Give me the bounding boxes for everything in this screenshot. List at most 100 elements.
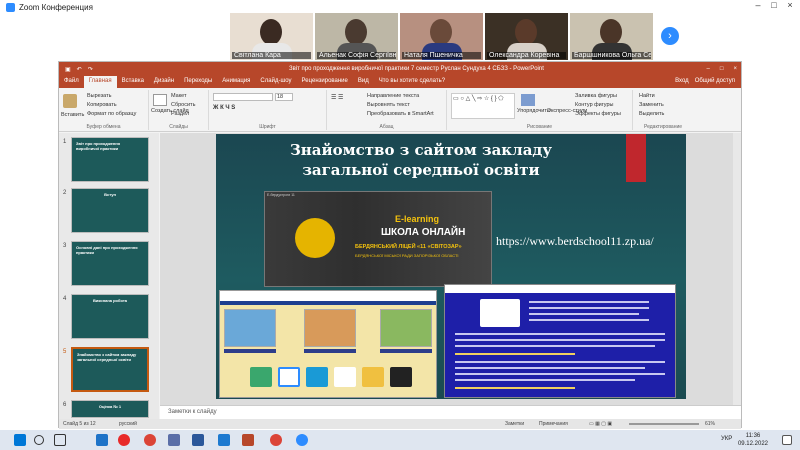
group-label: Слайды [169,124,188,130]
participant-tile[interactable]: Світлана Кара [230,13,313,60]
tab-transitions[interactable]: Переходы [179,76,217,88]
system-clock[interactable]: 11:36 09.12.2022 [738,432,768,448]
notification-icon[interactable] [782,435,792,445]
powerpoint-icon[interactable] [242,434,254,446]
thumbnail-number: 3 [63,243,67,249]
decorative-bar [626,134,646,182]
chrome-icon[interactable] [144,434,156,446]
chevron-right-icon[interactable]: › [661,27,679,45]
powerpoint-title-bar: ▣ ↶ ↷ Звіт про проходження виробничої пр… [59,62,741,76]
format-painter-button[interactable]: Формат по образцу [87,111,136,117]
maximize-icon[interactable]: □ [766,0,782,10]
tab-review[interactable]: Рецензирование [297,76,353,88]
zoom-level[interactable]: 61% [705,421,715,427]
participant-tile[interactable]: Олександра Коревіна [485,13,568,60]
store-icon[interactable] [168,434,180,446]
slide-thumbnail[interactable]: Звіт про проходження виробничої практики [71,137,149,182]
smartart-button[interactable]: Преобразовать в SmartArt [367,111,434,117]
tab-slideshow[interactable]: Слайд-шоу [255,76,296,88]
reset-button[interactable]: Сбросить [171,102,195,108]
notes-pane[interactable]: Заметки к слайду [160,405,741,419]
tab-animations[interactable]: Анимация [217,76,255,88]
layout-button[interactable]: Макет [171,93,187,99]
windows-start-icon[interactable] [14,434,26,446]
tab-insert[interactable]: Вставка [117,76,149,88]
notes-toggle[interactable]: Заметки [505,421,524,427]
minimize-icon[interactable]: – [707,66,710,72]
text-direction-button[interactable]: Направление текста [367,93,419,99]
participant-name: Олександра Коревіна [487,52,566,59]
save-icon[interactable]: ▣ [65,66,71,73]
slide-thumbnail[interactable]: Оцінка № 1 [71,400,149,418]
edge-icon[interactable] [96,434,108,446]
close-icon[interactable]: × [782,0,798,10]
slide-thumbnail[interactable]: Виконана робота [71,294,149,339]
zoom-title-bar: Zoom Конференция [6,1,93,13]
bullets-icon[interactable]: ☰ ☰ [331,94,343,101]
ribbon-tabs: Файл Главная Вставка Дизайн Переходы Ани… [59,76,741,88]
shape-effects-button[interactable]: Эффекты фигуры [575,111,621,117]
share-button[interactable]: Общий доступ [695,78,735,88]
zoom-slider[interactable] [629,423,699,425]
slide-url-text[interactable]: https://www.berdschool11.zp.ua/ [496,234,654,249]
paste-button[interactable]: Вставить [61,112,84,118]
tab-view[interactable]: Вид [353,76,374,88]
font-name-field[interactable] [213,93,273,101]
shape-outline-button[interactable]: Контур фигуры [575,102,613,108]
arrange-icon[interactable] [521,94,535,106]
opera-icon[interactable] [118,434,130,446]
zoom-icon[interactable] [296,434,308,446]
thumbnail-title: Звіт про проходження виробничої практики [76,141,120,151]
shapes-gallery-icon[interactable]: ▭ ○ △ ╲ ⇨ ☆ { } ⬠ [451,93,515,119]
keyboard-language[interactable]: УКР [721,436,732,442]
font-group: 18 Ж К Ч S Шрифт [209,90,327,130]
paste-icon[interactable] [63,94,77,108]
task-view-icon[interactable] [54,434,66,446]
slide-thumbnail[interactable]: Основні дані про проходження практики [71,241,149,286]
tab-file[interactable]: Файл [59,76,84,88]
chrome-icon[interactable] [270,434,282,446]
slide-thumbnail[interactable]: Вступ [71,188,149,233]
slide-thumbnail[interactable]: Знайомство з сайтом закладу загальної се… [71,347,149,392]
replace-button[interactable]: Заменить [639,102,664,108]
school-banner-image: Е-бердуєгроги 11 E-learning ШКОЛА ОНЛАЙН… [264,191,492,287]
shape-fill-button[interactable]: Заливка фигуры [575,93,617,99]
section-button[interactable]: Раздел [171,111,189,117]
slide-counter: Слайд 5 из 12 [63,421,96,427]
cut-button[interactable]: Вырезать [87,93,111,99]
arrange-button[interactable]: Упорядочить [517,108,550,114]
align-text-button[interactable]: Выровнять текст [367,102,410,108]
language-indicator[interactable]: русский [119,421,137,427]
thumbnail-number: 4 [63,296,67,302]
comments-toggle[interactable]: Примечания [539,421,568,427]
maximize-icon[interactable]: □ [720,66,724,72]
participant-strip: Світлана Кара Альенак Софія Сергіївна На… [230,13,653,60]
tab-home[interactable]: Главная [83,76,117,88]
tell-me-search[interactable]: Что вы хотите сделать? [374,76,450,88]
bold-button[interactable]: Ж К Ч S [213,105,235,111]
copy-button[interactable]: Копировать [87,102,117,108]
font-size-field[interactable]: 18 [275,93,293,101]
new-slide-icon[interactable] [153,94,167,106]
select-button[interactable]: Выделить [639,111,664,117]
word-icon[interactable] [192,434,204,446]
undo-icon[interactable]: ↶ [77,66,82,73]
editing-group: Найти Заменить Выделить Редактирование [633,90,693,130]
slide-thumbnails-pane: 1 Звіт про проходження виробничої практи… [59,133,159,419]
slide-title[interactable]: Знайомство з сайтом закладу загальної се… [256,140,586,180]
tab-design[interactable]: Дизайн [149,76,179,88]
close-icon[interactable]: × [733,66,737,72]
participant-tile[interactable]: Наталя Пшеничка [400,13,483,60]
minimize-icon[interactable]: – [750,0,766,10]
participant-tile[interactable]: Баршшникова Ольга Сер... [570,13,653,60]
participant-tile[interactable]: Альенак Софія Сергіївна [315,13,398,60]
search-icon[interactable] [34,435,44,445]
redo-icon[interactable]: ↷ [88,66,93,73]
app-icon[interactable] [218,434,230,446]
view-icons[interactable]: ▭ ▦ ▢ ▣ [589,421,612,427]
thumbnail-title: Знайомство з сайтом закладу загальної се… [77,352,137,362]
find-button[interactable]: Найти [639,93,655,99]
sign-in-link[interactable]: Вход [675,78,689,88]
vertical-scrollbar[interactable] [733,133,741,405]
current-slide[interactable]: Знайомство з сайтом закладу загальної се… [216,134,686,399]
